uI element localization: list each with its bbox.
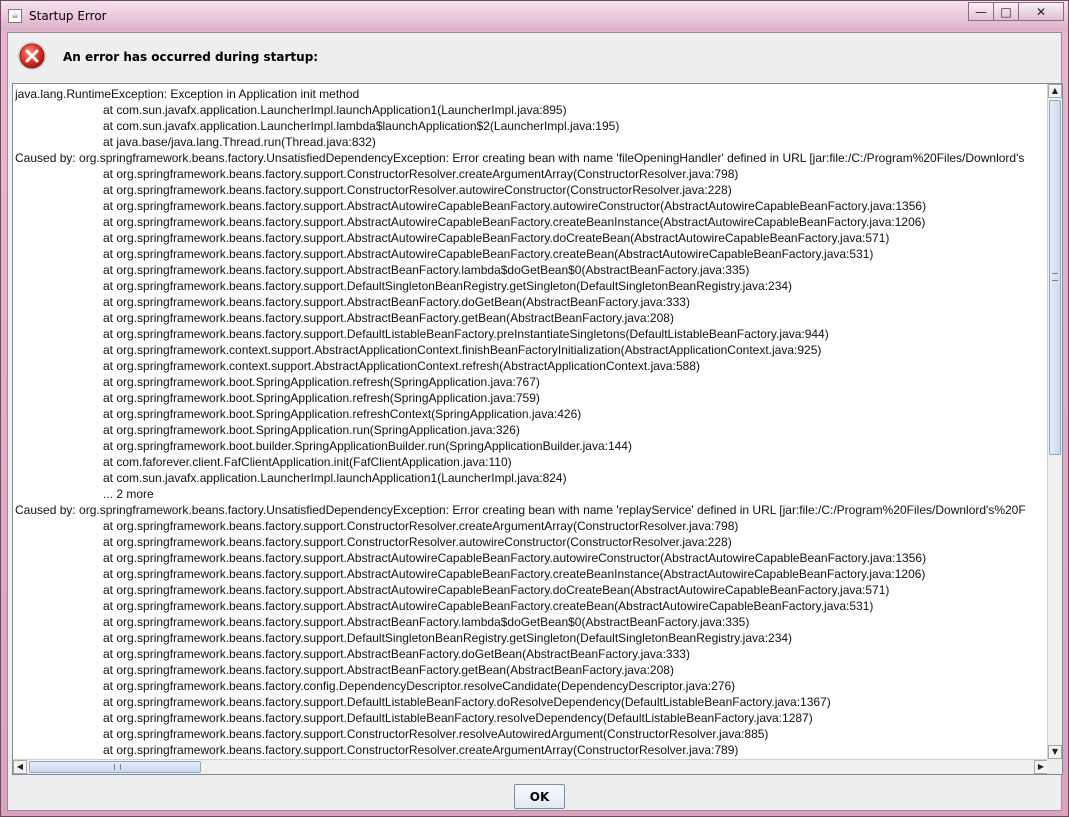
stacktrace-line: at org.springframework.beans.factory.sup… xyxy=(103,263,750,277)
stacktrace-line: at org.springframework.beans.factory.sup… xyxy=(103,695,831,709)
scroll-down-icon[interactable]: ▼ xyxy=(1048,745,1062,759)
vertical-scroll-thumb[interactable] xyxy=(1049,100,1061,455)
stacktrace-line: at org.springframework.beans.factory.sup… xyxy=(103,295,690,309)
stacktrace-line: at org.springframework.beans.factory.sup… xyxy=(103,535,732,549)
stacktrace-line: ... 2 more xyxy=(103,487,154,501)
stacktrace-line: at java.base/java.lang.Thread.run(Thread… xyxy=(103,135,376,149)
stacktrace-line: at org.springframework.beans.factory.sup… xyxy=(103,599,874,613)
close-button[interactable]: ✕ xyxy=(1018,2,1064,21)
horizontal-scrollbar[interactable]: ◀ ▶ xyxy=(13,759,1048,774)
stacktrace-line: java.lang.RuntimeException: Exception in… xyxy=(15,87,360,101)
stacktrace-line: Caused by: org.springframework.beans.fac… xyxy=(15,151,1025,165)
stacktrace-line: at org.springframework.beans.factory.sup… xyxy=(103,215,926,229)
scroll-left-icon[interactable]: ◀ xyxy=(13,760,27,774)
stacktrace-line: at org.springframework.beans.factory.sup… xyxy=(103,279,793,293)
error-message: An error has occurred during startup: xyxy=(63,50,319,64)
error-header: An error has occurred during startup: xyxy=(8,33,1061,83)
dialog-body: An error has occurred during startup: ja… xyxy=(7,32,1063,811)
stacktrace-line: at org.springframework.beans.factory.sup… xyxy=(103,663,674,677)
stacktrace-line: at com.sun.javafx.application.LauncherIm… xyxy=(103,471,567,485)
error-x-icon xyxy=(18,42,46,70)
stacktrace-line: at org.springframework.beans.factory.sup… xyxy=(103,231,890,245)
stacktrace-line: at org.springframework.boot.SpringApplic… xyxy=(103,391,540,405)
title-bar[interactable]: ☕ Startup Error — □ ✕ xyxy=(1,1,1068,31)
stacktrace-line: at org.springframework.beans.factory.sup… xyxy=(103,199,927,213)
stacktrace-line: at org.springframework.beans.factory.sup… xyxy=(103,183,732,197)
stacktrace-line: at org.springframework.beans.factory.sup… xyxy=(103,743,739,757)
horizontal-scroll-thumb[interactable] xyxy=(29,761,201,773)
grip-icon xyxy=(1052,273,1058,281)
stacktrace-line: at org.springframework.boot.SpringApplic… xyxy=(103,407,582,421)
stacktrace-line: at org.springframework.context.support.A… xyxy=(103,359,700,373)
stacktrace-line: at com.sun.javafx.application.LauncherIm… xyxy=(103,103,567,117)
grip-icon xyxy=(114,764,121,770)
stacktrace-line: at com.sun.javafx.application.LauncherIm… xyxy=(103,119,620,133)
scrollbar-corner xyxy=(1047,759,1062,774)
stacktrace-line: at org.springframework.beans.factory.sup… xyxy=(103,519,739,533)
stacktrace-line: at org.springframework.beans.factory.sup… xyxy=(103,567,926,581)
window-title: Startup Error xyxy=(29,9,107,23)
stacktrace-line: at org.springframework.beans.factory.sup… xyxy=(103,247,874,261)
stacktrace-line: at com.faforever.client.FafClientApplica… xyxy=(103,455,512,469)
caption-buttons: — □ ✕ xyxy=(968,2,1064,22)
stacktrace-line: at org.springframework.beans.factory.sup… xyxy=(103,647,690,661)
java-cup-icon[interactable]: ☕ xyxy=(8,9,22,23)
stacktrace-text[interactable]: java.lang.RuntimeException: Exception in… xyxy=(15,86,1049,760)
ok-button[interactable]: OK xyxy=(514,784,565,809)
stacktrace-line: at org.springframework.beans.factory.sup… xyxy=(103,167,739,181)
stacktrace-line: at org.springframework.boot.SpringApplic… xyxy=(103,375,540,389)
stacktrace-line: at org.springframework.boot.builder.Spri… xyxy=(103,439,632,453)
stacktrace-line: at org.springframework.beans.factory.sup… xyxy=(103,631,793,645)
stacktrace-line: at org.springframework.beans.factory.sup… xyxy=(103,311,674,325)
stacktrace-line: at org.springframework.beans.factory.sup… xyxy=(103,711,813,725)
stacktrace-line: at org.springframework.beans.factory.sup… xyxy=(103,551,927,565)
minimize-button[interactable]: — xyxy=(968,2,994,21)
startup-error-window: ☕ Startup Error — □ ✕ An error has occur… xyxy=(0,0,1069,817)
stacktrace-line: at org.springframework.beans.factory.sup… xyxy=(103,327,829,341)
stacktrace-line: at org.springframework.beans.factory.sup… xyxy=(103,615,750,629)
vertical-scrollbar[interactable]: ▲ ▼ xyxy=(1047,84,1062,759)
maximize-button[interactable]: □ xyxy=(993,2,1019,21)
stacktrace-line: at org.springframework.context.support.A… xyxy=(103,343,822,357)
stacktrace-line: at org.springframework.boot.SpringApplic… xyxy=(103,423,520,437)
stacktrace-line: at org.springframework.beans.factory.con… xyxy=(103,679,736,693)
stacktrace-textarea[interactable]: java.lang.RuntimeException: Exception in… xyxy=(12,83,1063,775)
scroll-up-icon[interactable]: ▲ xyxy=(1048,84,1062,98)
scroll-right-icon[interactable]: ▶ xyxy=(1034,760,1048,774)
stacktrace-line: at org.springframework.beans.factory.sup… xyxy=(103,727,769,741)
stacktrace-line: Caused by: org.springframework.beans.fac… xyxy=(15,503,1026,517)
stacktrace-line: at org.springframework.beans.factory.sup… xyxy=(103,583,890,597)
